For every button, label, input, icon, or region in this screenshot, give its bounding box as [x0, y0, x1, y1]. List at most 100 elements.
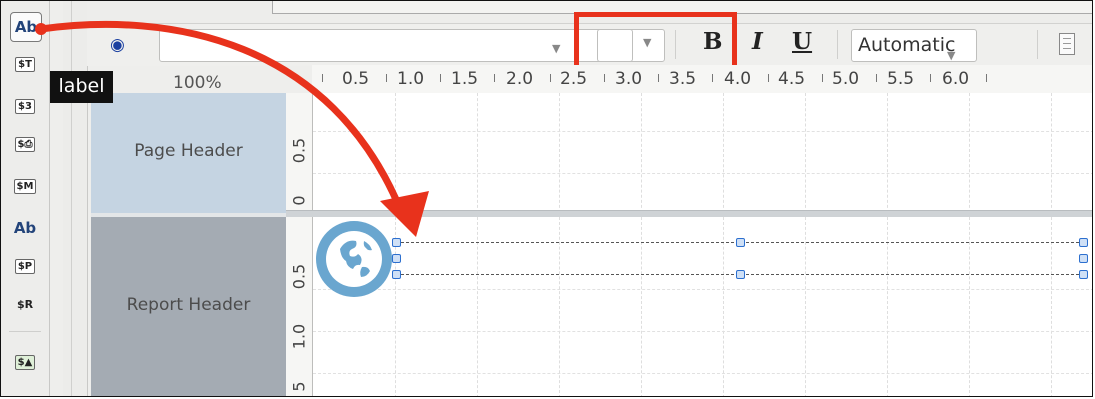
ruler-mark: 4.5: [778, 69, 806, 89]
grid-line: [887, 93, 888, 213]
palette-text-field-button[interactable]: $T: [10, 51, 40, 77]
ruler-mark: 1.0: [289, 323, 309, 350]
italic-button[interactable]: I: [752, 28, 763, 55]
vertical-ruler-report-header: 0.5 1.0 5: [286, 217, 313, 396]
formula-icon: $R: [16, 297, 34, 311]
palette-resource-message-button[interactable]: $P: [10, 253, 40, 279]
grid-line: [313, 173, 1092, 174]
ruler-mark: 0.5: [289, 137, 309, 164]
ruler-mark: 1.0: [397, 69, 425, 89]
ruler-tick: [322, 74, 323, 82]
globe-image-element[interactable]: [314, 219, 394, 299]
grid-line: [313, 373, 1092, 374]
resize-handle[interactable]: [1079, 270, 1088, 279]
grid-line: [1051, 93, 1052, 213]
ruler-tick: [876, 74, 877, 82]
toolbar-divider: [1037, 30, 1038, 59]
ruler-tick: [822, 74, 823, 82]
element-palette: Ab $T $3 $⎙ $M Ab $P $R $▲: [1, 1, 50, 396]
document-icon[interactable]: [1059, 33, 1075, 55]
toolbar-divider: [837, 30, 838, 59]
ruler-tick: [494, 74, 495, 82]
ruler-tick: [768, 74, 769, 82]
resize-handle[interactable]: [392, 254, 401, 263]
palette-number-field-button[interactable]: $3: [10, 93, 40, 119]
message-field-icon: $M: [13, 178, 37, 194]
text-color-value: Automatic: [858, 34, 956, 56]
underline-button[interactable]: U: [792, 28, 812, 55]
palette-resource-label-button[interactable]: Ab: [10, 215, 40, 241]
grid-line: [887, 217, 888, 396]
ruler-mark: 4.0: [724, 69, 752, 89]
chevron-down-icon[interactable]: ▼: [552, 42, 560, 55]
ruler-mark: 6.0: [942, 69, 970, 89]
grid-line: [559, 217, 560, 396]
palette-formula-button[interactable]: $R: [10, 291, 40, 317]
grid-line: [1051, 217, 1052, 396]
ruler-mark: 2.0: [506, 69, 534, 89]
ruler-mark: 5.0: [832, 69, 860, 89]
vertical-ruler-page-header: 0.5 0: [286, 93, 313, 213]
ruler-tick: [440, 74, 441, 82]
grid-line: [641, 217, 642, 396]
report-header-band-label[interactable]: Report Header: [91, 217, 286, 396]
palette-chart-button[interactable]: $▲: [10, 349, 40, 375]
grid-line: [805, 217, 806, 396]
report-designer-window: Ab $T $3 $⎙ $M Ab $P $R $▲ ◉ ▼ ▼ B I U A…: [0, 0, 1093, 397]
ruler-tick: [712, 74, 713, 82]
palette-resource-field-button[interactable]: $⎙: [10, 131, 40, 157]
eye-icon[interactable]: ◉: [110, 35, 125, 55]
resize-handle[interactable]: [736, 270, 745, 279]
ruler-tick: [658, 74, 659, 82]
grid-line: [805, 93, 806, 213]
ruler-tick: [986, 74, 987, 82]
grid-line: [641, 93, 642, 213]
ruler-mark: 2.5: [560, 69, 588, 89]
palette-message-field-button[interactable]: $M: [10, 173, 40, 199]
resource-message-icon: $P: [14, 258, 36, 274]
resize-handle[interactable]: [392, 270, 401, 279]
grid-line: [313, 331, 1092, 332]
palette-divider: [9, 331, 41, 332]
report-header-canvas[interactable]: [313, 217, 1092, 396]
format-toolbar: ◉ ▼ ▼ B I U Automatic ▼: [87, 12, 1092, 70]
page-header-label: Page Header: [134, 141, 243, 161]
grid-line: [559, 93, 560, 213]
resize-handle[interactable]: [392, 238, 401, 247]
resize-handle[interactable]: [736, 238, 745, 247]
grid-line: [477, 217, 478, 396]
grid-line: [313, 131, 1092, 132]
palette-splitter[interactable]: [63, 1, 88, 396]
ruler-mark: 1.5: [451, 69, 479, 89]
ruler-tick: [550, 74, 551, 82]
report-header-label: Report Header: [126, 295, 251, 315]
text-field-icon: $T: [15, 56, 35, 72]
ruler-mark: 3.0: [615, 69, 643, 89]
palette-tooltip: label: [50, 71, 113, 103]
text-color-combo[interactable]: Automatic ▼: [851, 29, 977, 62]
font-style-highlight-box: [574, 12, 737, 70]
grid-line: [969, 93, 970, 213]
page-header-canvas[interactable]: [313, 93, 1092, 213]
page-header-band-label[interactable]: Page Header: [91, 93, 286, 213]
ruler-tick: [604, 74, 605, 82]
grid-line: [969, 217, 970, 396]
resize-handle[interactable]: [1079, 238, 1088, 247]
resize-handle[interactable]: [1079, 254, 1088, 263]
resource-label-icon: Ab: [13, 219, 37, 237]
ruler-mark: 5: [289, 381, 309, 392]
horizontal-ruler: 0.5 1.0 1.5 2.0 2.5 3.0 3.5 4.0 4.5 5.0 …: [312, 65, 1092, 94]
ruler-tick: [930, 74, 931, 82]
label-icon: Ab: [14, 18, 38, 36]
ruler-mark: 3.5: [669, 69, 697, 89]
grid-line: [723, 217, 724, 396]
palette-label-button[interactable]: Ab: [10, 12, 42, 42]
ruler-mark: 5.5: [887, 69, 915, 89]
number-field-icon: $3: [15, 98, 35, 114]
zoom-level[interactable]: 100%: [173, 73, 222, 93]
ruler-tick: [386, 74, 387, 82]
resource-field-icon: $⎙: [14, 136, 36, 152]
grid-line: [723, 93, 724, 213]
ruler-mark: 0.5: [289, 263, 309, 290]
grid-line: [313, 289, 1092, 290]
